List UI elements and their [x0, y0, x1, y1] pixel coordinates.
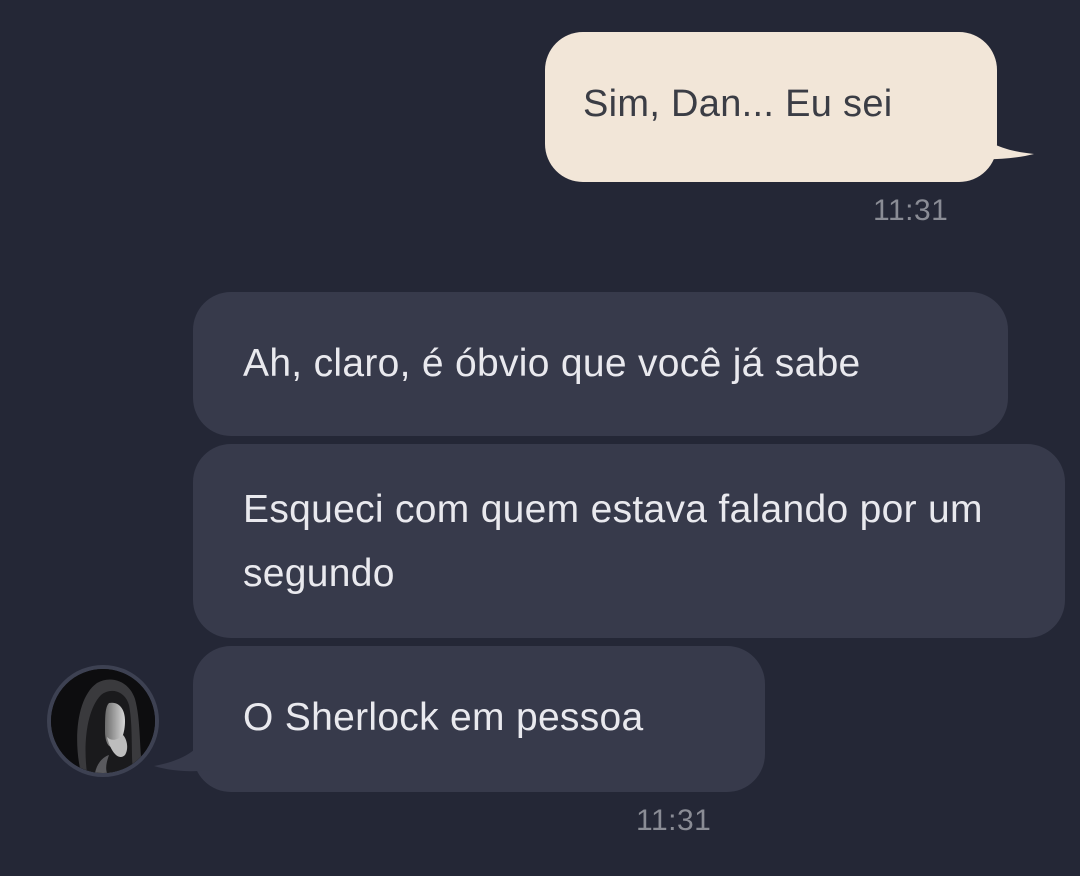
incoming-message-bubble[interactable]: Ah, claro, é óbvio que você já sabe	[193, 292, 1008, 436]
incoming-message-bubble[interactable]: O Sherlock em pessoa	[193, 646, 765, 792]
outgoing-bubble-tail	[960, 108, 1034, 160]
outgoing-message-bubble[interactable]: Sim, Dan... Eu sei	[545, 32, 997, 182]
outgoing-message-timestamp: 11:31	[873, 194, 949, 227]
hooded-person-avatar-icon	[51, 669, 155, 773]
incoming-message-text: Ah, claro, é óbvio que você já sabe	[243, 342, 861, 385]
contact-avatar[interactable]	[47, 665, 159, 777]
chat-thread: Sim, Dan... Eu sei 11:31 Ah, claro, é ób…	[0, 0, 1080, 876]
incoming-message-text: Esqueci com quem estava falando por um s…	[243, 488, 983, 595]
incoming-message-bubble[interactable]: Esqueci com quem estava falando por um s…	[193, 444, 1065, 638]
outgoing-message-text: Sim, Dan... Eu sei	[583, 83, 893, 125]
incoming-message-text: O Sherlock em pessoa	[243, 696, 644, 739]
incoming-bubble-tail	[154, 728, 210, 772]
incoming-message-timestamp: 11:31	[636, 804, 712, 837]
